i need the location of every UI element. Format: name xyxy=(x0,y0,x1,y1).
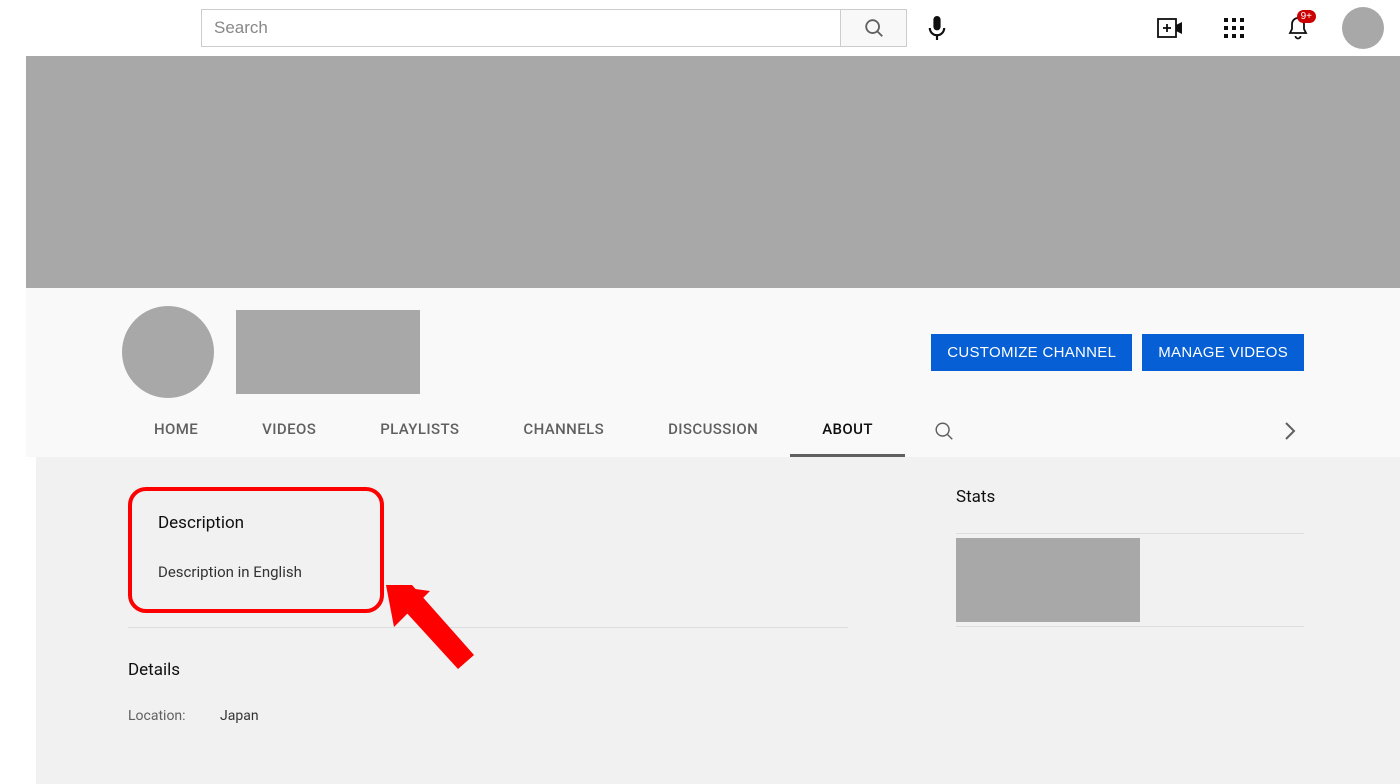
create-video-icon xyxy=(1157,18,1183,38)
channel-tabs: HOME VIDEOS PLAYLISTS CHANNELS DISCUSSIO… xyxy=(26,404,1400,457)
topbar: 9+ xyxy=(0,0,1400,56)
stats-divider xyxy=(956,533,1304,534)
tab-search-button[interactable] xyxy=(905,408,983,454)
description-annotation-box: Description Description in English xyxy=(128,487,384,613)
channel-strip: CUSTOMIZE CHANNEL MANAGE VIDEOS HOME VID… xyxy=(26,288,1400,457)
apps-button[interactable] xyxy=(1214,8,1254,48)
customize-channel-button[interactable]: CUSTOMIZE CHANNEL xyxy=(931,334,1132,371)
description-text: Description in English xyxy=(158,563,358,581)
tab-channels[interactable]: CHANNELS xyxy=(491,404,636,457)
voice-search-button[interactable] xyxy=(917,8,957,48)
search-icon xyxy=(933,420,955,442)
channel-actions: CUSTOMIZE CHANNEL MANAGE VIDEOS xyxy=(931,334,1304,371)
tab-discussion[interactable]: DISCUSSION xyxy=(636,404,790,457)
apps-grid-icon xyxy=(1224,18,1244,38)
search-box xyxy=(201,9,907,47)
create-button[interactable] xyxy=(1150,8,1190,48)
details-heading: Details xyxy=(128,660,848,680)
tabs-scroll-right-button[interactable] xyxy=(1276,415,1304,447)
topbar-actions: 9+ xyxy=(1150,7,1384,49)
tab-home[interactable]: HOME xyxy=(122,404,230,457)
microphone-icon xyxy=(928,16,946,40)
tab-videos[interactable]: VIDEOS xyxy=(230,404,348,457)
about-section: Description Description in English Detai… xyxy=(36,457,1400,784)
description-heading: Description xyxy=(158,513,358,533)
notification-badge: 9+ xyxy=(1297,10,1316,23)
channel-name-placeholder xyxy=(236,310,420,394)
account-avatar[interactable] xyxy=(1342,7,1384,49)
search-icon xyxy=(863,17,885,39)
stats-column: Stats xyxy=(956,487,1304,724)
stats-heading: Stats xyxy=(956,487,1304,507)
detail-row-location: Location: Japan xyxy=(128,708,848,724)
channel-banner xyxy=(26,56,1400,288)
tab-playlists[interactable]: PLAYLISTS xyxy=(348,404,491,457)
stats-divider xyxy=(956,626,1304,627)
channel-avatar[interactable] xyxy=(122,306,214,398)
stats-value-placeholder xyxy=(956,538,1140,622)
manage-videos-button[interactable]: MANAGE VIDEOS xyxy=(1142,334,1304,371)
search-area xyxy=(201,8,957,48)
search-button[interactable] xyxy=(840,10,906,46)
chevron-right-icon xyxy=(1284,421,1296,441)
notifications-button[interactable]: 9+ xyxy=(1278,8,1318,48)
detail-location-label: Location: xyxy=(128,708,220,724)
about-main-column: Description Description in English Detai… xyxy=(128,487,848,724)
search-input[interactable] xyxy=(202,10,840,46)
detail-location-value: Japan xyxy=(220,708,259,724)
tab-about[interactable]: ABOUT xyxy=(790,404,905,457)
section-divider xyxy=(128,627,848,628)
channel-header: CUSTOMIZE CHANNEL MANAGE VIDEOS xyxy=(26,288,1400,398)
